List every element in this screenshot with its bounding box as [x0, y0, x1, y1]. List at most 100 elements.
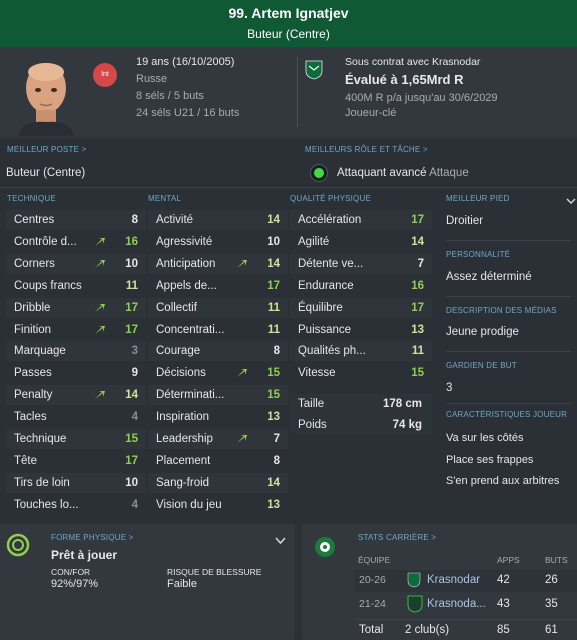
- con-value: 92%/97%: [51, 578, 99, 590]
- attribute-name: Tirs de loin: [14, 476, 70, 489]
- attribute-value: 15: [411, 367, 424, 380]
- total-clubs: 2 club(s): [405, 624, 450, 636]
- attribute-name: Technique: [14, 433, 67, 445]
- chevron-down-icon[interactable]: [566, 198, 576, 205]
- attribute-value: 15: [267, 367, 280, 380]
- attribute-row[interactable]: Courage 8: [148, 341, 288, 362]
- attribute-row[interactable]: Vitesse 15: [290, 363, 432, 384]
- player-photo[interactable]: [14, 60, 78, 136]
- attribute-name: Passes: [14, 367, 52, 380]
- attribute-row[interactable]: Centres 8: [6, 210, 146, 230]
- attribute-row[interactable]: Agilité 14: [290, 231, 432, 252]
- attribute-name: Tacles: [14, 411, 47, 424]
- attribute-row[interactable]: Détente ve... 7: [290, 253, 432, 274]
- attribute-row[interactable]: Dribble 17: [6, 297, 146, 318]
- attribute-value: 11: [267, 301, 280, 314]
- attribute-value: 8: [273, 454, 280, 467]
- attribute-row[interactable]: Déterminati... 15: [148, 385, 288, 406]
- best-role-duty: Attaque: [429, 167, 469, 179]
- attribute-name: Concentrati...: [156, 323, 225, 336]
- attribute-name: Tête: [14, 454, 38, 467]
- attribute-value: 4: [131, 498, 138, 511]
- best-position-value: Buteur (Centre): [6, 167, 86, 179]
- attribute-name: Touches lo...: [14, 498, 79, 511]
- divider: [297, 57, 298, 127]
- attribute-row[interactable]: Accélération 17: [290, 210, 432, 230]
- career-goals: 26: [545, 574, 558, 586]
- trait-item: Place ses frappes: [446, 454, 534, 466]
- body-stats: Taille 178 cm Poids 74 kg: [290, 394, 432, 434]
- attribute-row[interactable]: Finition 17: [6, 319, 146, 340]
- attribute-row[interactable]: Équilibre 17: [290, 297, 432, 318]
- attribute-row[interactable]: Vision du jeu 13: [148, 494, 288, 515]
- attribute-row[interactable]: Penalty 14: [6, 385, 146, 406]
- attribute-row[interactable]: Appels de... 17: [148, 275, 288, 296]
- best-role-value: Attaquant avancé Attaque: [337, 167, 469, 179]
- trait-item: S'en prend aux arbitres: [446, 475, 560, 487]
- contract-status: Sous contrat avec Krasnodar: [345, 56, 481, 68]
- attribute-row[interactable]: Contrôle d... 16: [6, 231, 146, 252]
- attribute-row[interactable]: Agressivité 10: [148, 231, 288, 252]
- career-season: 20-26: [359, 574, 386, 586]
- attribute-row[interactable]: Décisions 15: [148, 363, 288, 384]
- attribute-name: Équilibre: [298, 301, 343, 314]
- player-header: 99. Artem Ignatjev Buteur (Centre): [0, 0, 577, 47]
- attribute-row[interactable]: Sang-froid 14: [148, 472, 288, 493]
- attribute-row[interactable]: Technique 15: [6, 429, 146, 449]
- media-value: Jeune prodige: [446, 326, 519, 338]
- attribute-row[interactable]: Inspiration 13: [148, 407, 288, 428]
- best-position-label[interactable]: MEILLEUR POSTE >: [7, 145, 86, 154]
- attribute-row[interactable]: Leadership 7: [148, 429, 288, 449]
- chevron-down-icon[interactable]: [275, 537, 286, 545]
- attribute-row[interactable]: Tirs de loin 10: [6, 472, 146, 493]
- career-team-link[interactable]: Krasnoda...: [427, 598, 486, 610]
- col-team: ÉQUIPE: [358, 555, 391, 565]
- attribute-value: 10: [267, 235, 280, 248]
- attribute-name: Contrôle d...: [14, 235, 77, 248]
- fitness-label[interactable]: FORME PHYSIQUE >: [51, 533, 134, 542]
- attribute-name: Endurance: [298, 279, 354, 292]
- attribute-row[interactable]: Tête 17: [6, 450, 146, 471]
- divider: [355, 619, 577, 620]
- player-position: Buteur (Centre): [247, 27, 330, 41]
- attribute-row[interactable]: Coups francs 11: [6, 275, 146, 296]
- attribute-row[interactable]: Puissance 13: [290, 319, 432, 340]
- attribute-row[interactable]: Collectif 11: [148, 297, 288, 318]
- risk-value: Faible: [167, 578, 197, 590]
- career-team-link[interactable]: Krasnodar: [427, 574, 480, 586]
- total-apps: 85: [497, 624, 510, 636]
- attribute-row[interactable]: Passes 9: [6, 363, 146, 384]
- attribute-value: 14: [267, 476, 280, 489]
- attribute-name: Accélération: [298, 214, 362, 226]
- trend-up-icon: [237, 435, 247, 443]
- attribute-row[interactable]: Marquage 3: [6, 341, 146, 362]
- club-logo-icon: [407, 595, 423, 613]
- trend-up-icon: [95, 391, 105, 400]
- wage: 400M R p/a jusqu'au 30/6/2029: [345, 92, 498, 104]
- attribute-row[interactable]: Endurance 16: [290, 275, 432, 296]
- attribute-row[interactable]: Qualités ph... 11: [290, 341, 432, 362]
- attribute-value: 17: [125, 301, 138, 314]
- best-role-label[interactable]: MEILLEURS RÔLE ET TÂCHE >: [305, 145, 428, 154]
- attribute-value: 17: [411, 301, 424, 314]
- attribute-row[interactable]: Placement 8: [148, 450, 288, 471]
- personality-label: PERSONNALITÉ: [446, 250, 511, 259]
- attribute-name: Dribble: [14, 301, 51, 314]
- career-label[interactable]: STATS CARRIÈRE >: [358, 533, 436, 542]
- role-indicator: [310, 164, 328, 182]
- attribute-name: Agilité: [298, 235, 330, 248]
- col-goals: BUTS: [545, 555, 568, 565]
- attribute-row[interactable]: Anticipation 14: [148, 253, 288, 274]
- attribute-row[interactable]: Tacles 4: [6, 407, 146, 428]
- divider: [446, 240, 571, 241]
- height-label: Taille: [298, 398, 325, 410]
- krasnodar-logo-icon[interactable]: [305, 60, 323, 80]
- attribute-value: 15: [125, 433, 138, 445]
- attribute-name: Corners: [14, 257, 55, 270]
- attribute-row[interactable]: Activité 14: [148, 210, 288, 230]
- attribute-row[interactable]: Touches lo... 4: [6, 494, 146, 515]
- attribute-name: Détente ve...: [298, 257, 364, 270]
- attribute-row[interactable]: Concentrati... 11: [148, 319, 288, 340]
- attribute-name: Inspiration: [156, 411, 210, 424]
- attribute-row[interactable]: Corners 10: [6, 253, 146, 274]
